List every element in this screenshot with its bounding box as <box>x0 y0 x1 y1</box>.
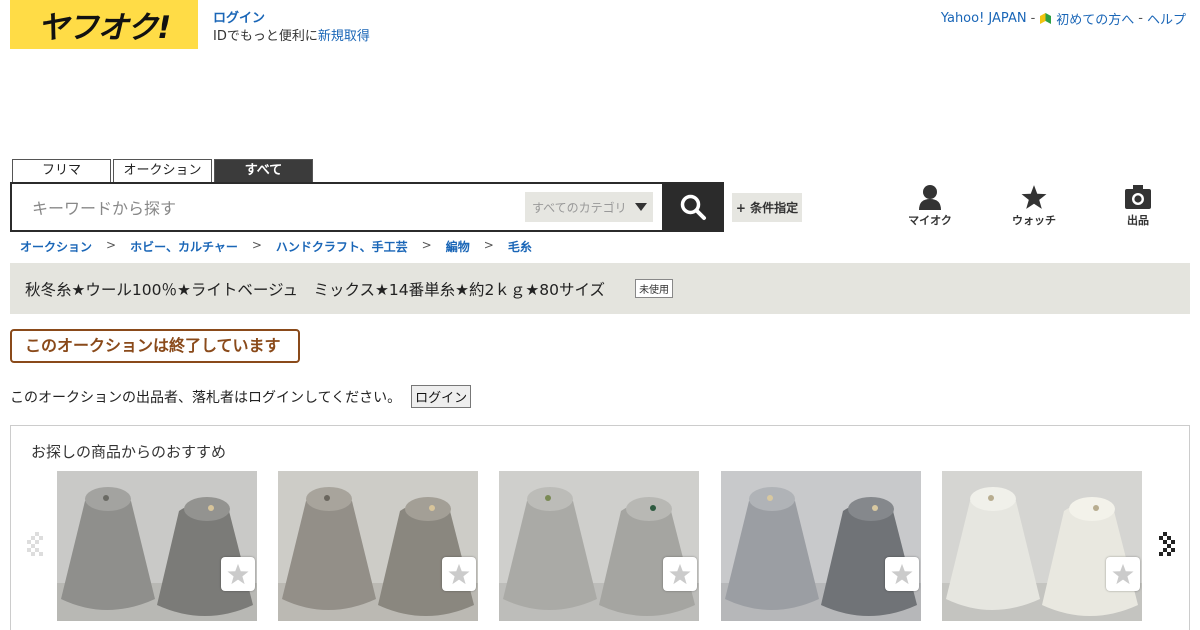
login-block: ログイン IDでもっと便利に新規取得 <box>213 10 370 46</box>
star-icon <box>891 563 913 585</box>
logo-text: ヤフオク! <box>37 10 172 46</box>
recommendation-title: お探しの商品からのおすすめ <box>31 443 227 461</box>
login-note: IDでもっと便利に <box>213 29 318 44</box>
breadcrumb-separator: > <box>421 238 432 252</box>
yarn-photo-image <box>499 471 699 621</box>
my-auction-label: マイオク <box>908 214 952 227</box>
star-icon <box>227 563 249 585</box>
recommended-item[interactable] <box>721 471 921 621</box>
breadcrumb-item[interactable]: 毛糸 <box>508 238 532 255</box>
auction-ended-label: このオークションは終了しています <box>10 329 300 363</box>
search-mode-tabs: フリマ オークション すべて <box>12 159 313 182</box>
login-link[interactable]: ログイン <box>213 11 265 26</box>
yarn-photo-image <box>57 471 257 621</box>
tab-auction[interactable]: オークション <box>113 159 212 182</box>
recommended-item[interactable] <box>499 471 699 621</box>
top-links: Yahoo! JAPAN - 初めての方へ - ヘルプ <box>941 9 1186 28</box>
breadcrumb-item[interactable]: ホビー、カルチャー <box>130 238 238 255</box>
search-box: すべてのカテゴリ <box>10 182 664 232</box>
breadcrumb-separator: > <box>483 238 494 252</box>
recommendation-panel: お探しの商品からのおすすめ <box>10 425 1190 630</box>
page-title: 秋冬糸★ウール100％★ライトベージュ ミックス★14番単糸★約2ｋｇ★80サイ… <box>25 280 606 299</box>
category-select[interactable]: すべてのカテゴリ <box>525 192 653 222</box>
yarn-photo-image <box>278 471 478 621</box>
top-link-separator: - <box>1138 11 1143 26</box>
beginner-leaf-icon <box>1040 12 1052 24</box>
person-icon <box>919 185 941 210</box>
star-icon <box>669 563 691 585</box>
sell-label: 出品 <box>1127 214 1149 227</box>
breadcrumb: オークション > ホビー、カルチャー > ハンドクラフト、手工芸 > 編物 > … <box>20 238 532 255</box>
watch-star-button[interactable] <box>442 557 476 591</box>
first-time-link[interactable]: 初めての方へ <box>1056 9 1134 28</box>
search-icon <box>680 194 706 220</box>
search-input[interactable] <box>32 196 512 220</box>
login-notice-text: このオークションの出品者、落札者はログインしてください。 <box>10 389 402 406</box>
my-auction-button[interactable]: マイオク <box>895 184 965 228</box>
search-button[interactable] <box>662 182 724 232</box>
recommended-item[interactable] <box>278 471 478 621</box>
yahuoku-logo[interactable]: ヤフオク! <box>10 0 198 49</box>
caret-down-icon <box>634 203 647 211</box>
category-select-label: すべてのカテゴリ <box>532 200 627 215</box>
sell-button[interactable]: 出品 <box>1103 184 1173 228</box>
breadcrumb-item[interactable]: オークション <box>20 238 92 255</box>
breadcrumb-separator: > <box>106 238 117 252</box>
watch-label: ウォッチ <box>1012 214 1056 227</box>
watch-star-button[interactable] <box>885 557 919 591</box>
tab-flea-market[interactable]: フリマ <box>12 159 111 182</box>
breadcrumb-item[interactable]: ハンドクラフト、手工芸 <box>276 238 408 255</box>
yarn-photo-image <box>942 471 1142 621</box>
watch-list-button[interactable]: ウォッチ <box>999 184 1069 228</box>
recommended-item[interactable] <box>57 471 257 621</box>
condition-badge: 未使用 <box>635 279 674 298</box>
yarn-photo-image <box>721 471 921 621</box>
login-button[interactable]: ログイン <box>411 385 472 408</box>
login-notice: このオークションの出品者、落札者はログインしてください。 ログイン <box>10 385 472 408</box>
carousel-prev-icon[interactable] <box>25 530 45 560</box>
carousel-next-icon[interactable] <box>1157 530 1177 560</box>
recommended-item[interactable] <box>942 471 1142 621</box>
breadcrumb-item[interactable]: 編物 <box>446 238 470 255</box>
item-title-bar: 秋冬糸★ウール100％★ライトベージュ ミックス★14番単糸★約2ｋｇ★80サイ… <box>10 263 1190 314</box>
yahoo-japan-link[interactable]: Yahoo! JAPAN <box>941 11 1027 26</box>
tab-all[interactable]: すべて <box>214 159 313 182</box>
watch-star-button[interactable] <box>1106 557 1140 591</box>
advanced-search-button[interactable]: + 条件指定 <box>732 193 802 222</box>
camera-icon <box>1125 185 1151 209</box>
star-icon <box>1112 563 1134 585</box>
watch-star-button[interactable] <box>663 557 697 591</box>
help-link[interactable]: ヘルプ <box>1147 9 1186 28</box>
breadcrumb-separator: > <box>251 238 262 252</box>
top-link-separator: - <box>1030 11 1036 26</box>
signup-link[interactable]: 新規取得 <box>318 29 370 44</box>
star-icon <box>448 563 470 585</box>
watch-star-button[interactable] <box>221 557 255 591</box>
star-icon <box>1021 185 1047 209</box>
